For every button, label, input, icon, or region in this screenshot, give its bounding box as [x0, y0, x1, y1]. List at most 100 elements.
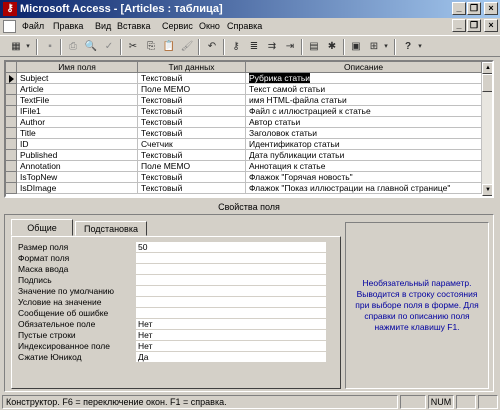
header-field-name[interactable]: Имя поля [17, 62, 138, 73]
data-type-cell[interactable]: Текстовый [138, 128, 246, 139]
prop-row[interactable]: Маска ввода [18, 264, 326, 275]
print-icon[interactable]: ⎙ [65, 39, 81, 55]
prop-value[interactable] [136, 308, 326, 319]
field-name-cell[interactable]: IsDImage [17, 183, 138, 194]
table-row[interactable]: Annotation Поле МЕМО Аннотация к статье [6, 161, 482, 172]
chevron-down-icon[interactable]: ▾ [416, 39, 424, 55]
description-cell[interactable]: Аннотация к статье [246, 161, 482, 172]
scroll-thumb[interactable] [482, 74, 492, 92]
data-type-cell[interactable]: Текстовый [138, 150, 246, 161]
table-row[interactable]: IsDImage Текстовый Флажок "Показ иллюстр… [6, 183, 482, 194]
row-selector[interactable] [6, 161, 17, 172]
delete-rows-icon[interactable]: ⇥ [282, 39, 298, 55]
description-cell[interactable]: Флажок "Горячая новость" [246, 172, 482, 183]
prop-value[interactable] [136, 275, 326, 286]
prop-row[interactable]: Индексированное поле Нет [18, 341, 326, 352]
table-row[interactable]: IsTopNew Текстовый Флажок "Горячая новос… [6, 172, 482, 183]
field-name-cell[interactable]: Annotation [17, 161, 138, 172]
prop-value[interactable] [136, 286, 326, 297]
field-name-cell[interactable]: Author [17, 117, 138, 128]
prop-value[interactable] [136, 264, 326, 275]
menu-file[interactable]: Файл [22, 21, 44, 31]
primary-key-icon[interactable]: ⚷ [228, 39, 244, 55]
row-selector[interactable] [6, 172, 17, 183]
format-painter-icon[interactable]: 🖌 [179, 39, 195, 55]
table-row[interactable]: Published Текстовый Дата публикации стат… [6, 150, 482, 161]
table-row[interactable]: Author Текстовый Автор статьи [6, 117, 482, 128]
table-row[interactable]: Title Текстовый Заголовок статьи [6, 128, 482, 139]
row-selector[interactable] [6, 128, 17, 139]
table-row[interactable]: Article Поле МЕМО Текст самой статьи [6, 84, 482, 95]
menu-window[interactable]: Окно [199, 21, 220, 31]
menu-edit[interactable]: Правка [53, 21, 83, 31]
data-type-cell[interactable]: Текстовый [138, 106, 246, 117]
copy-icon[interactable]: ⎘ [143, 39, 159, 55]
description-cell[interactable]: Флажок "Показ иллюстрации на главной стр… [246, 183, 482, 194]
database-window-icon[interactable]: ▣ [348, 39, 364, 55]
prop-value[interactable] [136, 297, 326, 308]
row-selector[interactable] [6, 95, 17, 106]
save-icon[interactable]: ▪ [42, 39, 58, 55]
description-cell[interactable]: Дата публикации статьи [246, 150, 482, 161]
prop-row[interactable]: Условие на значение [18, 297, 326, 308]
view-icon[interactable]: ▦ [8, 39, 24, 55]
prop-row[interactable]: Формат поля [18, 253, 326, 264]
table-row[interactable]: IFile1 Текстовый Файл с иллюстрацией к с… [6, 106, 482, 117]
undo-icon[interactable]: ↶ [204, 39, 220, 55]
data-type-cell[interactable]: Поле МЕМО [138, 84, 246, 95]
menu-help[interactable]: Справка [227, 21, 262, 31]
field-name-cell[interactable]: IFile1 [17, 106, 138, 117]
data-type-cell[interactable]: Счетчик [138, 139, 246, 150]
insert-rows-icon[interactable]: ⇉ [264, 39, 280, 55]
prop-row[interactable]: Подпись [18, 275, 326, 286]
tab-lookup[interactable]: Подстановка [75, 221, 147, 236]
description-cell[interactable]: Текст самой статьи [246, 84, 482, 95]
data-type-cell[interactable]: Текстовый [138, 117, 246, 128]
preview-icon[interactable]: 🔍 [83, 39, 99, 55]
description-cell[interactable]: Рубрика статьи [246, 73, 482, 84]
properties-icon[interactable]: ▤ [306, 39, 322, 55]
menu-insert[interactable]: Вставка [117, 21, 150, 31]
row-selector[interactable] [6, 73, 17, 84]
field-name-cell[interactable]: TextFile [17, 95, 138, 106]
row-selector[interactable] [6, 150, 17, 161]
corner-selector[interactable] [6, 62, 17, 73]
prop-row[interactable]: Сообщение об ошибке [18, 308, 326, 319]
build-icon[interactable]: ✱ [324, 39, 340, 55]
prop-value[interactable]: 50 [136, 242, 326, 253]
description-cell[interactable]: имя HTML-файла статьи [246, 95, 482, 106]
indexes-icon[interactable]: ≣ [246, 39, 262, 55]
field-name-cell[interactable]: Title [17, 128, 138, 139]
data-type-cell[interactable]: Текстовый [138, 183, 246, 194]
doc-minimize-button[interactable]: _ [452, 19, 466, 32]
header-description[interactable]: Описание [246, 62, 482, 73]
prop-row[interactable]: Обязательное поле Нет [18, 319, 326, 330]
scroll-down-button[interactable]: ▼ [482, 184, 492, 196]
tab-general[interactable]: Общие [11, 219, 73, 236]
menu-tools[interactable]: Сервис [162, 21, 193, 31]
data-type-cell[interactable]: Текстовый [138, 172, 246, 183]
chevron-down-icon[interactable]: ▾ [24, 39, 32, 55]
row-selector[interactable] [6, 139, 17, 150]
doc-close-button[interactable]: × [484, 19, 498, 32]
prop-row[interactable]: Пустые строки Нет [18, 330, 326, 341]
close-button[interactable]: × [484, 2, 498, 15]
prop-value[interactable]: Нет [136, 330, 326, 341]
paste-icon[interactable]: 📋 [161, 39, 177, 55]
prop-value[interactable]: Нет [136, 341, 326, 352]
prop-value[interactable] [136, 253, 326, 264]
prop-row[interactable]: Размер поля 50 [18, 242, 326, 253]
field-name-cell[interactable]: Subject [17, 73, 138, 84]
restore-button[interactable]: ❐ [467, 2, 481, 15]
row-selector[interactable] [6, 117, 17, 128]
description-cell[interactable]: Автор статьи [246, 117, 482, 128]
field-name-cell[interactable]: Published [17, 150, 138, 161]
spell-icon[interactable]: ✓ [101, 39, 117, 55]
table-row[interactable]: TextFile Текстовый имя HTML-файла статьи [6, 95, 482, 106]
doc-restore-button[interactable]: ❐ [467, 19, 481, 32]
row-selector[interactable] [6, 106, 17, 117]
row-selector[interactable] [6, 84, 17, 95]
prop-value[interactable]: Да [136, 352, 326, 363]
prop-row[interactable]: Значение по умолчанию [18, 286, 326, 297]
table-row[interactable]: ID Счетчик Идентификатор статьи [6, 139, 482, 150]
